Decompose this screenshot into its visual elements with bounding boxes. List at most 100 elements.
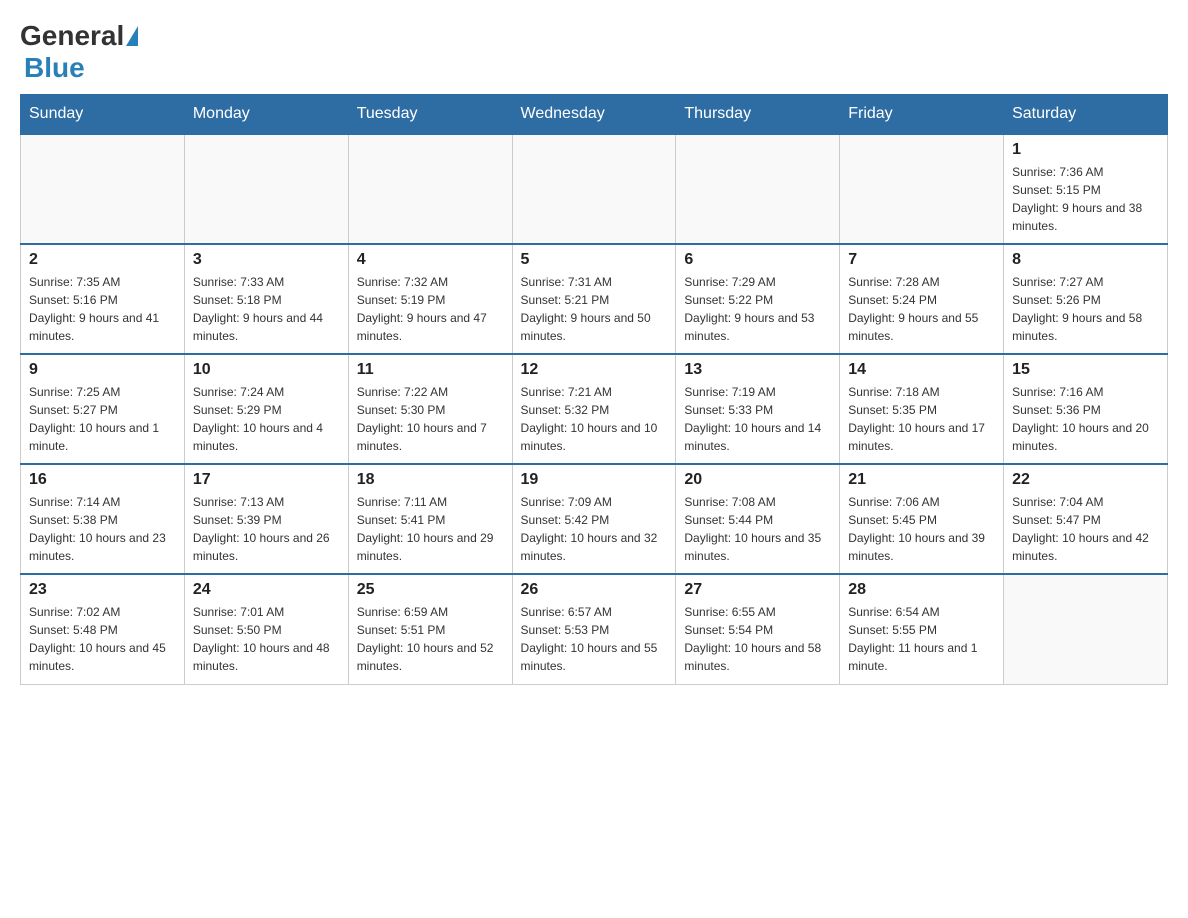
day-info: Sunrise: 7:33 AMSunset: 5:18 PMDaylight:… — [193, 273, 340, 345]
day-number: 14 — [848, 361, 995, 379]
day-info: Sunrise: 7:24 AMSunset: 5:29 PMDaylight:… — [193, 383, 340, 455]
day-info: Sunrise: 7:14 AMSunset: 5:38 PMDaylight:… — [29, 493, 176, 565]
day-number: 22 — [1012, 471, 1159, 489]
day-info: Sunrise: 6:55 AMSunset: 5:54 PMDaylight:… — [684, 603, 831, 675]
calendar-cell: 27 Sunrise: 6:55 AMSunset: 5:54 PMDayligh… — [676, 574, 840, 684]
calendar-cell: 28 Sunrise: 6:54 AMSunset: 5:55 PMDayligh… — [840, 574, 1004, 684]
day-info: Sunrise: 7:28 AMSunset: 5:24 PMDaylight:… — [848, 273, 995, 345]
calendar-cell: 4 Sunrise: 7:32 AMSunset: 5:19 PMDaylight… — [348, 244, 512, 354]
calendar-week-row: 9 Sunrise: 7:25 AMSunset: 5:27 PMDaylight… — [21, 354, 1168, 464]
day-number: 23 — [29, 581, 176, 599]
calendar-cell: 12 Sunrise: 7:21 AMSunset: 5:32 PMDayligh… — [512, 354, 676, 464]
calendar-cell: 13Sunrise: 7:19 AMSunset: 5:33 PMDayligh… — [676, 354, 840, 464]
day-info: Sunrise: 7:19 AMSunset: 5:33 PMDaylight:… — [684, 383, 831, 455]
day-info: Sunrise: 7:16 AMSunset: 5:36 PMDaylight:… — [1012, 383, 1159, 455]
day-number: 2 — [29, 251, 176, 269]
day-info: Sunrise: 7:18 AMSunset: 5:35 PMDaylight:… — [848, 383, 995, 455]
day-number: 25 — [357, 581, 504, 599]
calendar-week-row: 2 Sunrise: 7:35 AMSunset: 5:16 PMDaylight… — [21, 244, 1168, 354]
day-number: 19 — [521, 471, 668, 489]
calendar-cell: 11 Sunrise: 7:22 AMSunset: 5:30 PMDayligh… — [348, 354, 512, 464]
day-number: 18 — [357, 471, 504, 489]
day-number: 17 — [193, 471, 340, 489]
calendar-cell: 21 Sunrise: 7:06 AMSunset: 5:45 PMDayligh… — [840, 464, 1004, 574]
calendar-cell: 25 Sunrise: 6:59 AMSunset: 5:51 PMDayligh… — [348, 574, 512, 684]
day-number: 1 — [1012, 141, 1159, 159]
calendar-week-row: 23 Sunrise: 7:02 AMSunset: 5:48 PMDayligh… — [21, 574, 1168, 684]
calendar-cell: 9 Sunrise: 7:25 AMSunset: 5:27 PMDaylight… — [21, 354, 185, 464]
day-number: 16 — [29, 471, 176, 489]
day-number: 27 — [684, 581, 831, 599]
calendar-table: SundayMondayTuesdayWednesdayThursdayFrid… — [20, 94, 1168, 685]
day-number: 7 — [848, 251, 995, 269]
calendar-header-sunday: Sunday — [21, 95, 185, 135]
day-info: Sunrise: 7:21 AMSunset: 5:32 PMDaylight:… — [521, 383, 668, 455]
calendar-cell — [840, 134, 1004, 244]
calendar-cell — [184, 134, 348, 244]
day-number: 26 — [521, 581, 668, 599]
day-number: 11 — [357, 361, 504, 379]
calendar-cell: 14 Sunrise: 7:18 AMSunset: 5:35 PMDayligh… — [840, 354, 1004, 464]
calendar-cell: 18 Sunrise: 7:11 AMSunset: 5:41 PMDayligh… — [348, 464, 512, 574]
day-info: Sunrise: 7:36 AMSunset: 5:15 PMDaylight:… — [1012, 163, 1159, 235]
calendar-cell: 24 Sunrise: 7:01 AMSunset: 5:50 PMDayligh… — [184, 574, 348, 684]
day-info: Sunrise: 7:29 AMSunset: 5:22 PMDaylight:… — [684, 273, 831, 345]
calendar-header-friday: Friday — [840, 95, 1004, 135]
day-number: 6 — [684, 251, 831, 269]
calendar-cell: 16 Sunrise: 7:14 AMSunset: 5:38 PMDayligh… — [21, 464, 185, 574]
day-info: Sunrise: 7:01 AMSunset: 5:50 PMDaylight:… — [193, 603, 340, 675]
calendar-cell: 17 Sunrise: 7:13 AMSunset: 5:39 PMDayligh… — [184, 464, 348, 574]
day-info: Sunrise: 7:04 AMSunset: 5:47 PMDaylight:… — [1012, 493, 1159, 565]
day-info: Sunrise: 7:32 AMSunset: 5:19 PMDaylight:… — [357, 273, 504, 345]
day-number: 28 — [848, 581, 995, 599]
day-info: Sunrise: 7:22 AMSunset: 5:30 PMDaylight:… — [357, 383, 504, 455]
calendar-header-wednesday: Wednesday — [512, 95, 676, 135]
day-info: Sunrise: 7:25 AMSunset: 5:27 PMDaylight:… — [29, 383, 176, 455]
calendar-cell: 7 Sunrise: 7:28 AMSunset: 5:24 PMDaylight… — [840, 244, 1004, 354]
calendar-cell: 23 Sunrise: 7:02 AMSunset: 5:48 PMDayligh… — [21, 574, 185, 684]
day-number: 10 — [193, 361, 340, 379]
day-info: Sunrise: 6:57 AMSunset: 5:53 PMDaylight:… — [521, 603, 668, 675]
day-number: 8 — [1012, 251, 1159, 269]
calendar-cell: 8 Sunrise: 7:27 AMSunset: 5:26 PMDaylight… — [1004, 244, 1168, 354]
calendar-cell: 1 Sunrise: 7:36 AMSunset: 5:15 PMDaylight… — [1004, 134, 1168, 244]
day-number: 21 — [848, 471, 995, 489]
calendar-header-tuesday: Tuesday — [348, 95, 512, 135]
day-info: Sunrise: 7:31 AMSunset: 5:21 PMDaylight:… — [521, 273, 668, 345]
calendar-cell: 10 Sunrise: 7:24 AMSunset: 5:29 PMDayligh… — [184, 354, 348, 464]
day-info: Sunrise: 7:09 AMSunset: 5:42 PMDaylight:… — [521, 493, 668, 565]
calendar-cell — [676, 134, 840, 244]
day-number: 24 — [193, 581, 340, 599]
calendar-cell: 19 Sunrise: 7:09 AMSunset: 5:42 PMDayligh… — [512, 464, 676, 574]
calendar-header-row: SundayMondayTuesdayWednesdayThursdayFrid… — [21, 95, 1168, 135]
day-info: Sunrise: 7:11 AMSunset: 5:41 PMDaylight:… — [357, 493, 504, 565]
calendar-cell — [348, 134, 512, 244]
day-info: Sunrise: 6:54 AMSunset: 5:55 PMDaylight:… — [848, 603, 995, 675]
logo-triangle-icon — [126, 26, 138, 46]
calendar-week-row: 16 Sunrise: 7:14 AMSunset: 5:38 PMDayligh… — [21, 464, 1168, 574]
calendar-cell: 5 Sunrise: 7:31 AMSunset: 5:21 PMDaylight… — [512, 244, 676, 354]
calendar-header-monday: Monday — [184, 95, 348, 135]
day-number: 9 — [29, 361, 176, 379]
calendar-header-saturday: Saturday — [1004, 95, 1168, 135]
day-number: 12 — [521, 361, 668, 379]
day-info: Sunrise: 6:59 AMSunset: 5:51 PMDaylight:… — [357, 603, 504, 675]
day-info: Sunrise: 7:27 AMSunset: 5:26 PMDaylight:… — [1012, 273, 1159, 345]
calendar-cell: 20 Sunrise: 7:08 AMSunset: 5:44 PMDayligh… — [676, 464, 840, 574]
calendar-cell: 2 Sunrise: 7:35 AMSunset: 5:16 PMDaylight… — [21, 244, 185, 354]
calendar-cell — [1004, 574, 1168, 684]
day-info: Sunrise: 7:06 AMSunset: 5:45 PMDaylight:… — [848, 493, 995, 565]
calendar-cell — [21, 134, 185, 244]
day-info: Sunrise: 7:13 AMSunset: 5:39 PMDaylight:… — [193, 493, 340, 565]
calendar-cell: 6 Sunrise: 7:29 AMSunset: 5:22 PMDaylight… — [676, 244, 840, 354]
calendar-cell: 15Sunrise: 7:16 AMSunset: 5:36 PMDayligh… — [1004, 354, 1168, 464]
day-info: Sunrise: 7:02 AMSunset: 5:48 PMDaylight:… — [29, 603, 176, 675]
day-number: 4 — [357, 251, 504, 269]
day-info: Sunrise: 7:08 AMSunset: 5:44 PMDaylight:… — [684, 493, 831, 565]
calendar-cell: 26 Sunrise: 6:57 AMSunset: 5:53 PMDayligh… — [512, 574, 676, 684]
day-number: 3 — [193, 251, 340, 269]
day-number: 5 — [521, 251, 668, 269]
logo-general-text: General — [20, 20, 124, 52]
day-info: Sunrise: 7:35 AMSunset: 5:16 PMDaylight:… — [29, 273, 176, 345]
day-number: 20 — [684, 471, 831, 489]
